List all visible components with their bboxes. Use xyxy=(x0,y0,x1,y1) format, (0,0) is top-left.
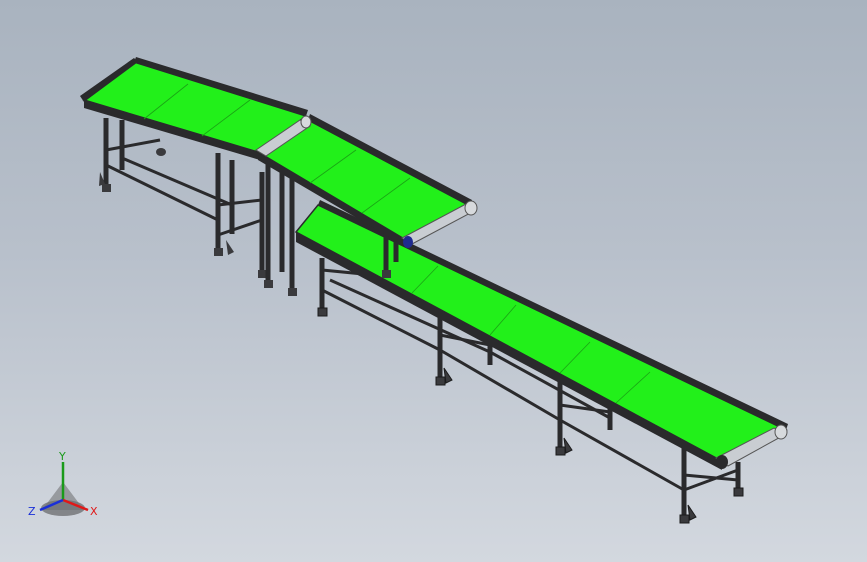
cad-3d-scene[interactable]: Y X Z xyxy=(0,0,867,562)
triad-x-label: X xyxy=(90,505,98,518)
upper-left-conveyor-braces xyxy=(105,138,263,237)
lower-conveyor-side-frame xyxy=(296,232,722,470)
triad-y-label: Y xyxy=(58,450,66,463)
lower-conveyor[interactable] xyxy=(294,200,788,524)
triad-z-label: Z xyxy=(28,505,36,518)
graphics-viewport[interactable]: Y X Z xyxy=(0,0,867,562)
view-orientation-triad[interactable]: Y X Z xyxy=(28,450,98,518)
lower-conveyor-belt[interactable] xyxy=(294,204,788,461)
